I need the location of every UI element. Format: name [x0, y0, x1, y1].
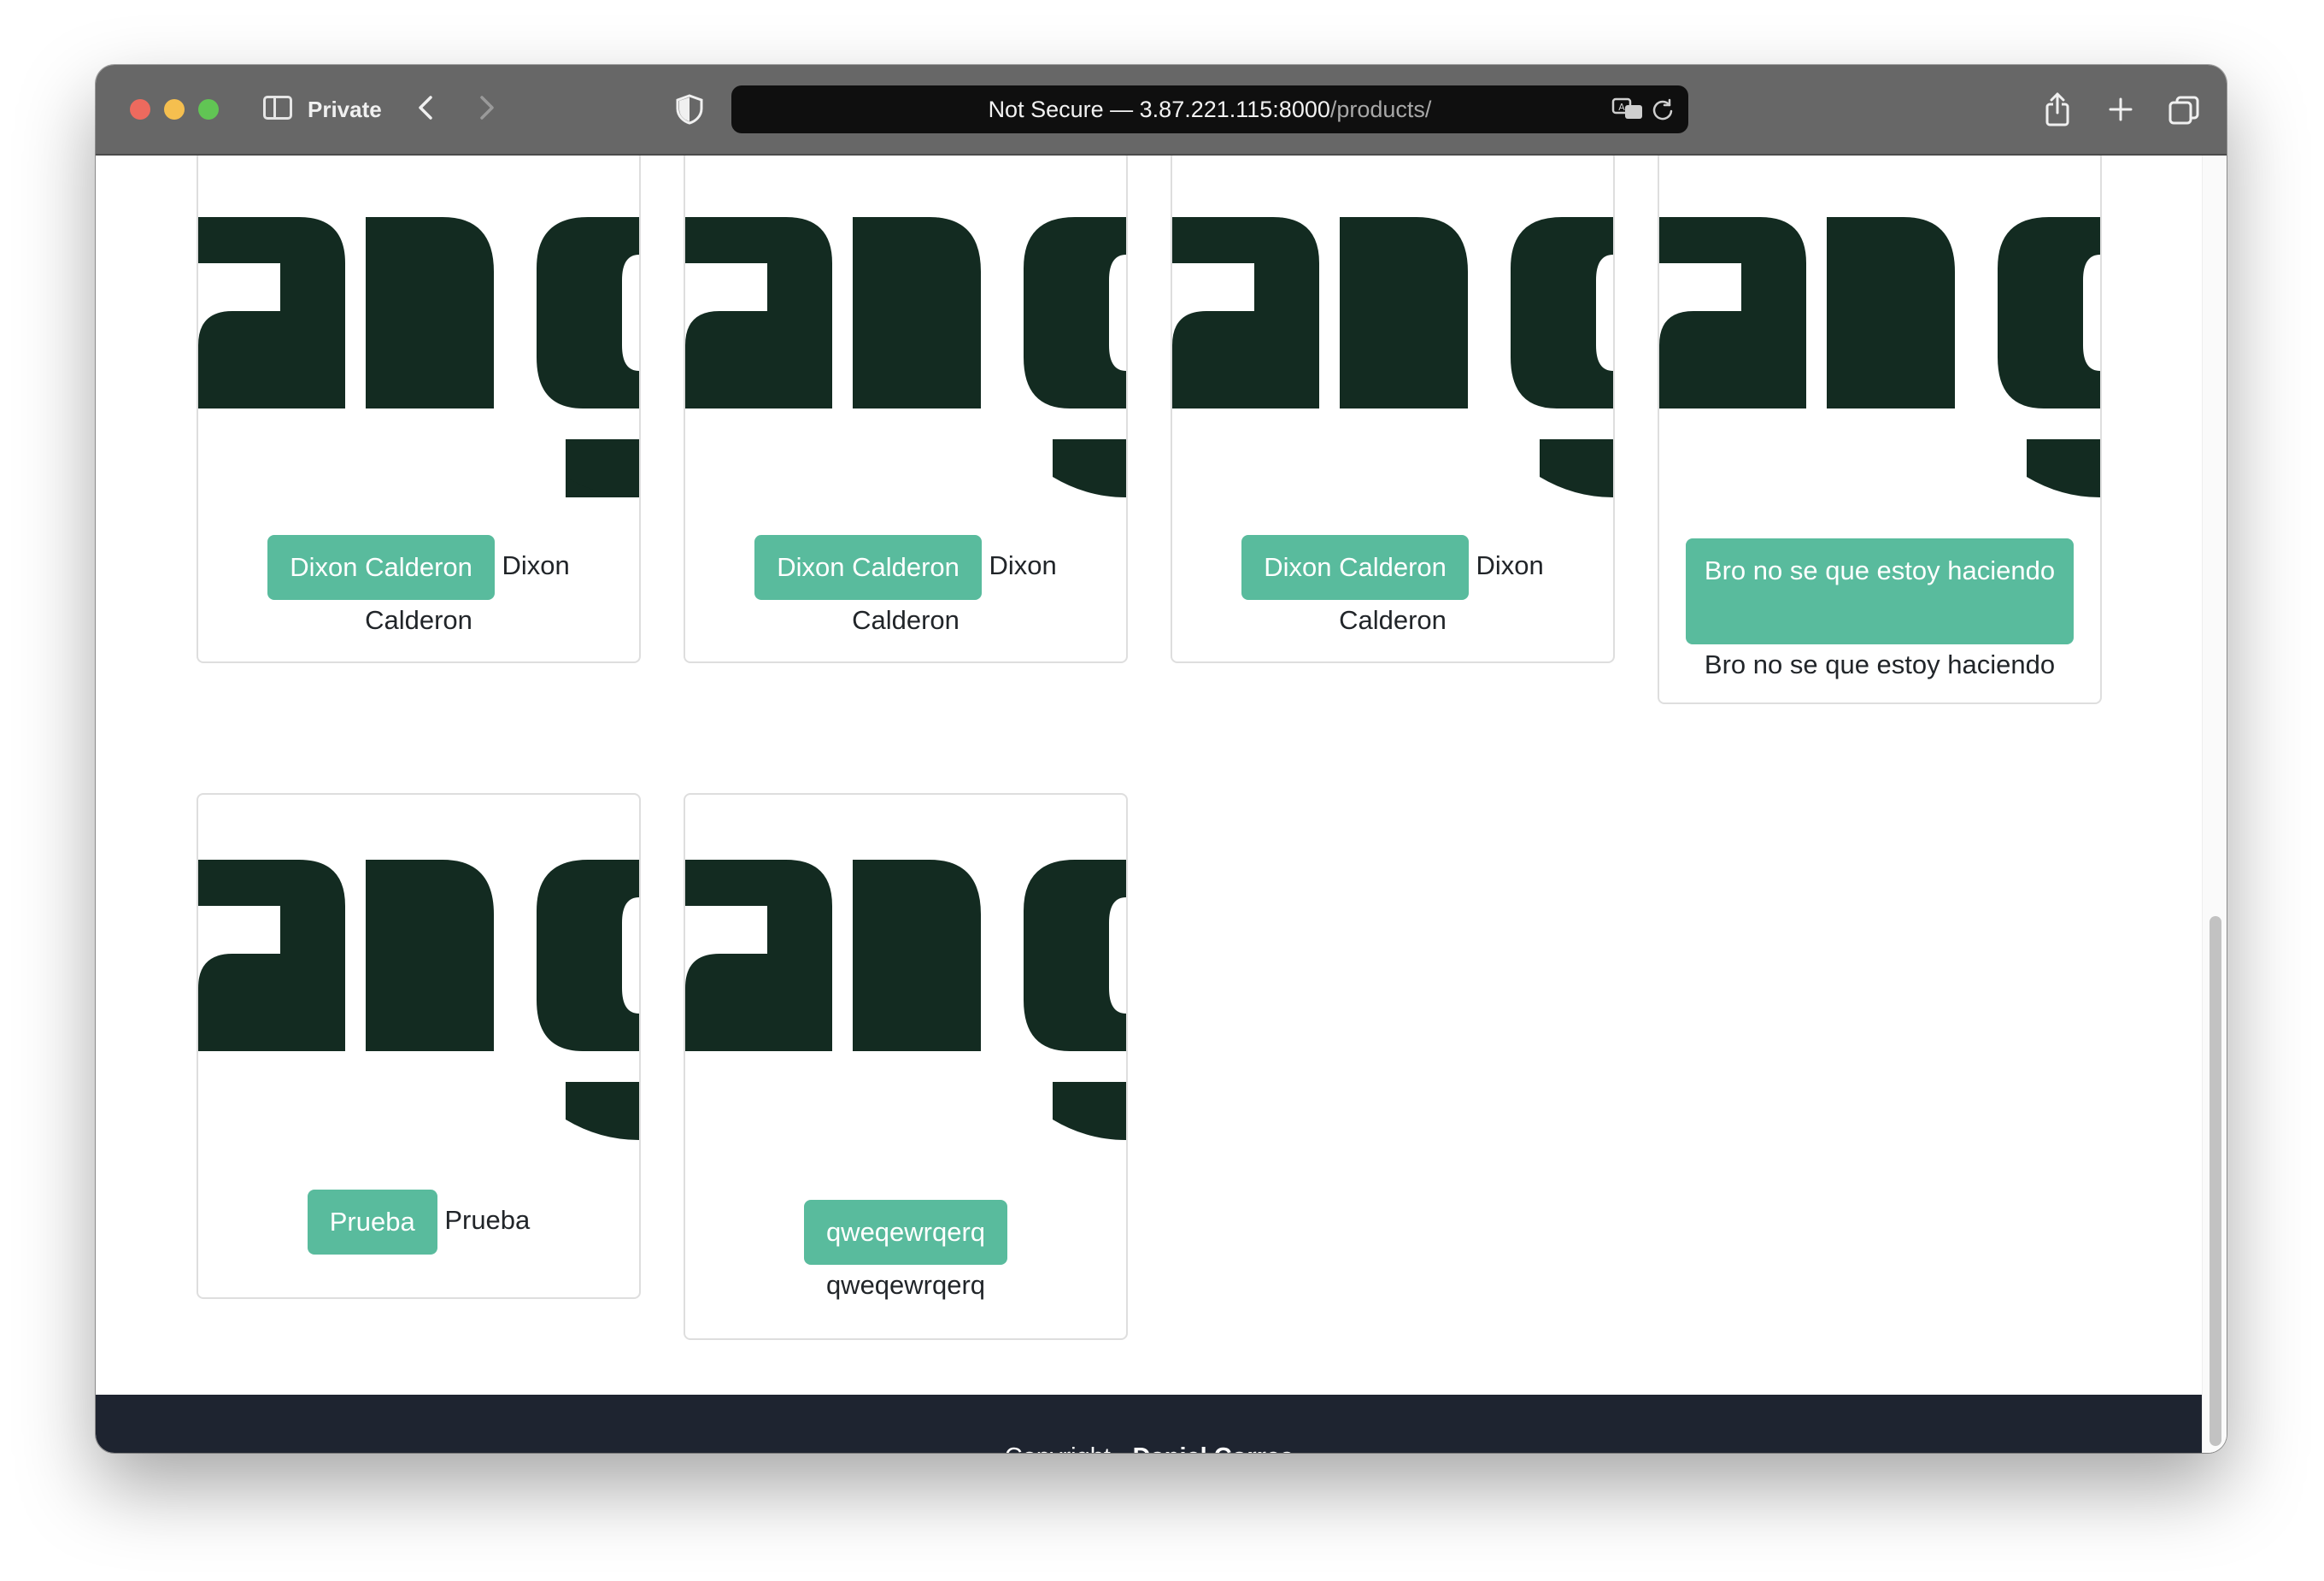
- product-button[interactable]: Bro no se que estoy haciendo: [1686, 538, 2074, 644]
- product-name-head: Dixon: [502, 550, 570, 581]
- page-footer: Copyright - Daniel Correa: [96, 1395, 2203, 1453]
- svg-text:A: A: [1618, 102, 1625, 113]
- product-card: Dixon Calderon Dixon Calderon: [197, 156, 641, 663]
- product-card-body: qweqewrqerq qweqewrqerq: [685, 1200, 1126, 1306]
- product-card-body: Dixon Calderon Dixon Calderon: [1172, 535, 1613, 641]
- page-scrollbar[interactable]: [2202, 156, 2227, 1453]
- product-button[interactable]: Prueba: [307, 1190, 437, 1255]
- sidebar-toggle-icon[interactable]: [263, 96, 292, 120]
- scrollbar-thumb[interactable]: [2210, 916, 2221, 1446]
- product-image: [1659, 156, 2100, 511]
- product-button[interactable]: Dixon Calderon: [267, 535, 495, 600]
- url-path: /products/: [1329, 97, 1432, 122]
- minimize-window-button[interactable]: [164, 99, 185, 120]
- product-card-body: Bro no se que estoy haciendo Bro no se q…: [1659, 538, 2100, 685]
- product-name-tail: Calderon: [852, 605, 960, 635]
- product-name: Bro no se que estoy haciendo: [1704, 649, 2056, 679]
- reload-icon[interactable]: [1651, 97, 1675, 121]
- security-warning: Not Secure —: [988, 97, 1134, 122]
- back-button[interactable]: [410, 91, 444, 125]
- product-name-tail: Calderon: [1339, 605, 1447, 635]
- product-image: [198, 156, 639, 511]
- product-button[interactable]: Dixon Calderon: [1241, 535, 1469, 600]
- product-card: Bro no se que estoy haciendo Bro no se q…: [1658, 156, 2102, 704]
- product-card-body: Dixon Calderon Dixon Calderon: [685, 535, 1126, 641]
- new-tab-icon[interactable]: [2104, 91, 2138, 128]
- product-name-head: Dixon: [1476, 550, 1544, 581]
- product-card: Dixon Calderon Dixon Calderon: [684, 156, 1128, 663]
- chevron-left-icon: [419, 96, 432, 120]
- product-name-head: Dixon: [989, 550, 1057, 581]
- footer-author: Daniel Correa: [1133, 1443, 1294, 1453]
- product-image: [685, 156, 1126, 511]
- browser-toolbar: Private Not Secure — 3.87.221.115:8000/p…: [96, 65, 2227, 156]
- product-card: Prueba Prueba: [197, 793, 641, 1299]
- url-host: 3.87.221.115:8000: [1139, 97, 1330, 122]
- django-logo-image: [1659, 217, 2100, 497]
- zoom-window-button[interactable]: [198, 99, 219, 120]
- product-card: qweqewrqerq qweqewrqerq: [684, 793, 1128, 1340]
- address-text: Not Secure — 3.87.221.115:8000/products/: [731, 85, 1688, 133]
- translate-icon[interactable]: A: [1611, 97, 1646, 121]
- product-name: Prueba: [444, 1205, 531, 1236]
- django-logo-image: [1172, 217, 1613, 497]
- browser-window: Private Not Secure — 3.87.221.115:8000/p…: [96, 65, 2227, 1453]
- product-name-tail: Calderon: [365, 605, 472, 635]
- chevron-right-icon: [480, 96, 494, 120]
- django-logo-image: [685, 860, 1126, 1140]
- product-image: [685, 795, 1126, 1154]
- page-content: Dixon Calderon Dixon Calderon Dixon Cald…: [96, 156, 2227, 1453]
- tab-overview-icon[interactable]: [2167, 91, 2201, 128]
- forward-button[interactable]: [470, 91, 504, 125]
- django-logo-image: [198, 860, 639, 1140]
- django-logo-image: [685, 217, 1126, 497]
- private-mode-label: Private: [308, 97, 382, 122]
- product-image: [1172, 156, 1613, 511]
- product-button[interactable]: qweqewrqerq: [803, 1200, 1008, 1265]
- close-window-button[interactable]: [130, 99, 150, 120]
- product-image: [198, 795, 639, 1154]
- product-card-body: Dixon Calderon Dixon Calderon: [198, 535, 639, 641]
- product-button[interactable]: Dixon Calderon: [754, 535, 982, 600]
- screenshot-stage: Private Not Secure — 3.87.221.115:8000/p…: [0, 0, 2324, 1581]
- product-card-body: Prueba Prueba: [198, 1190, 639, 1255]
- privacy-shield-icon[interactable]: [675, 94, 704, 125]
- product-card: Dixon Calderon Dixon Calderon: [1171, 156, 1615, 663]
- django-logo-image: [198, 217, 639, 497]
- share-icon[interactable]: [2040, 91, 2075, 128]
- product-name: qweqewrqerq: [825, 1270, 986, 1300]
- address-bar[interactable]: Not Secure — 3.87.221.115:8000/products/…: [731, 85, 1688, 133]
- footer-copyright: Copyright -: [1005, 1443, 1126, 1453]
